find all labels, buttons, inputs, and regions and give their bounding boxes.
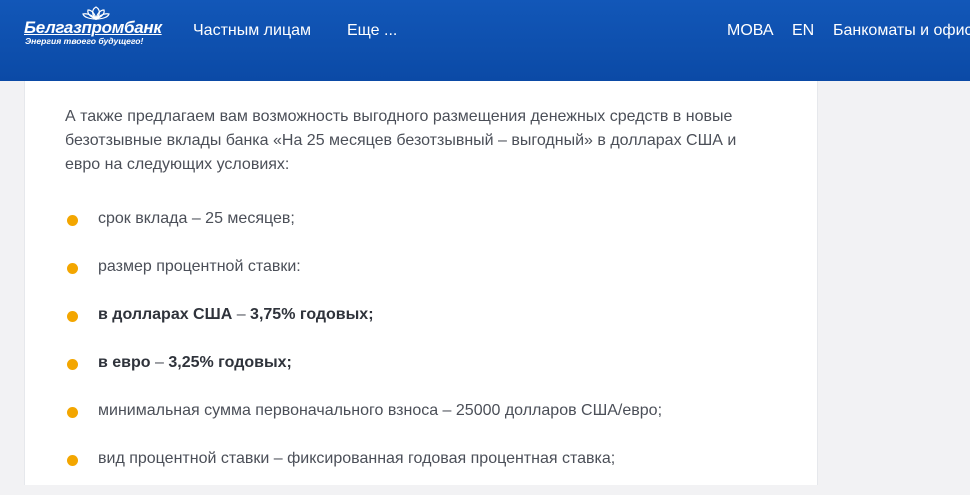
list-item: в евро – 3,25% годовых; — [65, 351, 795, 399]
deposit-conditions-list: срок вклада – 25 месяцев; размер процент… — [65, 207, 795, 495]
nav-private-clients[interactable]: Частным лицам — [193, 21, 311, 41]
separator: – — [150, 354, 169, 371]
site-header: Белгазпромбанк Энергия твоего будущего! … — [0, 0, 970, 81]
list-item: минимальная сумма первоначального взноса… — [65, 399, 795, 447]
logo-tagline: Энергия твоего будущего! — [25, 36, 144, 46]
logo-name: Белгазпромбанк — [24, 18, 162, 37]
lang-en[interactable]: EN — [792, 21, 814, 41]
rate-value: 3,25% годовых; — [168, 354, 292, 371]
currency-label: в долларах США — [98, 306, 233, 323]
nav-atms-offices[interactable]: Банкоматы и офисы — [833, 21, 970, 41]
rate-value: 3,75% годовых; — [250, 306, 374, 323]
list-item: в долларах США – 3,75% годовых; — [65, 303, 795, 351]
list-item-text: срок вклада – 25 месяцев; — [98, 210, 295, 227]
list-item-text: в долларах США – 3,75% годовых; — [98, 303, 374, 327]
list-item: срок вклада – 25 месяцев; — [65, 207, 795, 255]
article-content: А также предлагаем вам возможность выгод… — [24, 81, 818, 485]
nav-more[interactable]: Еще ... — [347, 21, 397, 41]
list-item-text: в евро – 3,25% годовых; — [98, 351, 292, 375]
list-item-text: минимальная сумма первоначального взноса… — [98, 402, 663, 419]
list-item: вид процентной ставки – фиксированная го… — [65, 447, 795, 495]
lang-be[interactable]: МОВА — [727, 21, 774, 41]
bullet-dot-icon — [67, 407, 78, 418]
separator: – — [232, 306, 251, 323]
bullet-dot-icon — [67, 311, 78, 322]
currency-label: в евро — [98, 354, 151, 371]
bullet-dot-icon — [67, 215, 78, 226]
list-item-text: вид процентной ставки – фиксированная го… — [98, 450, 616, 467]
bank-logo[interactable]: Белгазпромбанк Энергия твоего будущего! — [24, 6, 166, 46]
intro-paragraph: А также предлагаем вам возможность выгод… — [65, 108, 737, 173]
bullet-dot-icon — [67, 455, 78, 466]
bullet-dot-icon — [67, 359, 78, 370]
list-item-text: размер процентной ставки: — [98, 258, 301, 275]
bullet-dot-icon — [67, 263, 78, 274]
list-item: размер процентной ставки: — [65, 255, 795, 303]
